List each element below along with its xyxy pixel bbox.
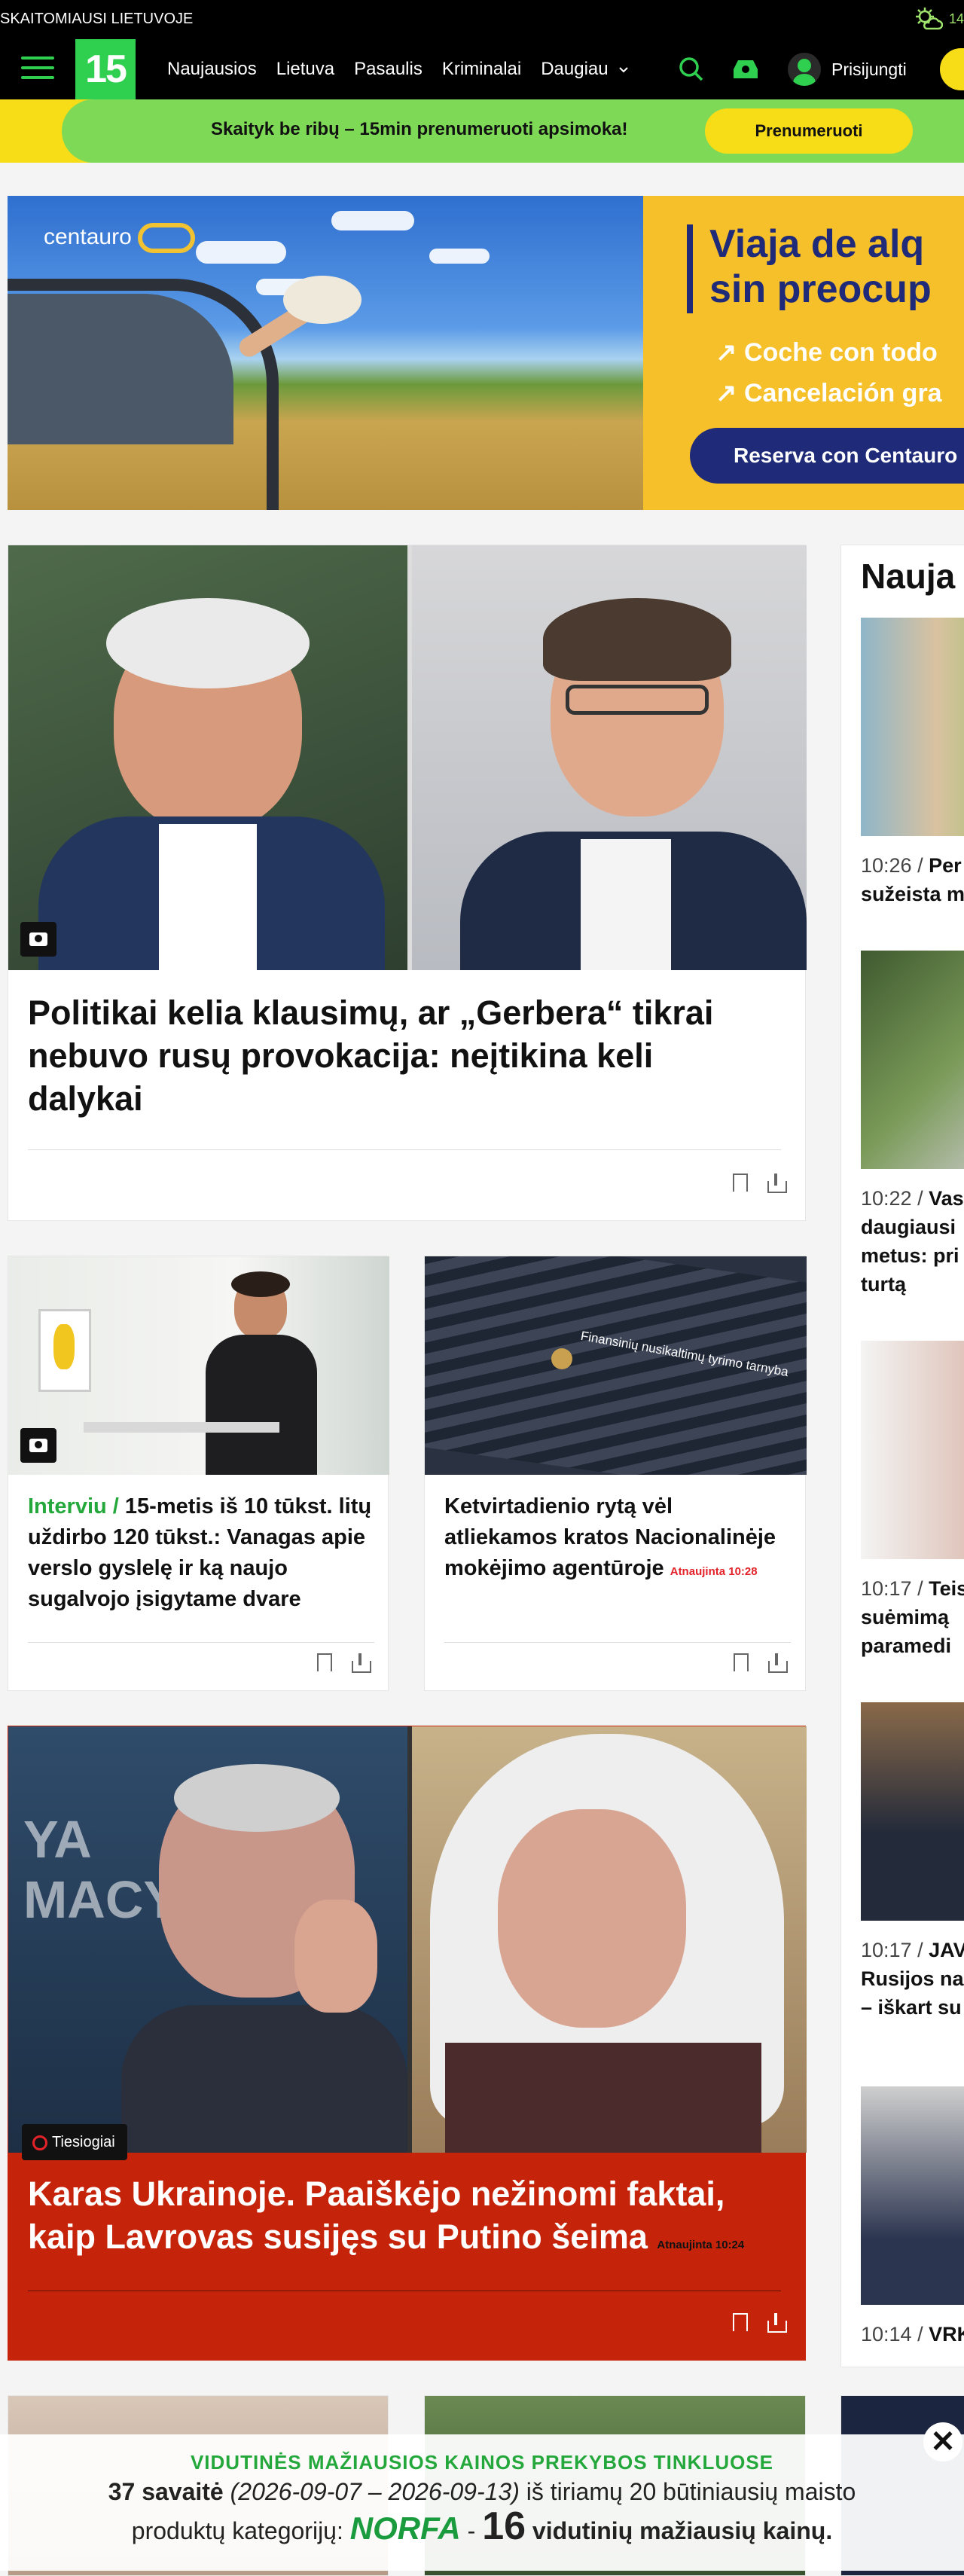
search-icon[interactable] [675,53,708,86]
article-card[interactable]: Finansinių nusikaltimų tyrimo tarnyba Ke… [424,1256,807,1691]
subscribe-pill[interactable] [940,48,964,90]
news-time: 10:17 / [861,1577,923,1600]
camera-icon [20,922,56,957]
news-time: 10:22 / [861,1187,923,1210]
ad-text-panel: Viaja de alq sin preocup ↗ Coche con todo… [643,196,964,510]
login-button[interactable]: Prisijungti [788,53,907,86]
article-image [8,1256,389,1475]
close-icon[interactable]: ✕ [923,2422,962,2462]
article-card[interactable]: Interviu / 15-metis iš 10 tūkst. litų už… [8,1256,389,1691]
chevron-down-icon [619,67,629,73]
bookmark-icon[interactable] [733,1653,749,1676]
bookmark-icon[interactable] [316,1653,333,1676]
news-thumbnail [861,951,964,1169]
site-logo[interactable]: 15 [75,39,136,99]
news-time: 10:26 / [861,854,923,877]
article-image: Finansinių nusikaltimų tyrimo tarnyba [425,1256,807,1475]
article-title[interactable]: Politikai kelia klausimų, ar „Gerbera“ t… [28,991,773,1120]
sidebar-news-item[interactable]: 10:14 / VRK [861,2086,964,2349]
nav-link-kriminalai[interactable]: Kriminalai [442,59,521,80]
banner-heading: VIDUTINĖS MAŽIAUSIOS KAINOS PREKYBOS TIN… [190,2451,774,2474]
ad-logo: centauro [44,223,195,253]
news-thumbnail [861,618,964,836]
weather-widget[interactable]: 14 [914,6,964,32]
article-title[interactable]: Interviu / 15-metis iš 10 tūkst. litų už… [28,1491,374,1615]
camera-icon [20,1428,56,1463]
article-actions [733,1653,788,1676]
hat-image [283,276,362,324]
sidebar-news-item[interactable]: 10:22 / Vasadaugiausimetus: priturtą [861,951,964,1299]
article-title[interactable]: Ketvirtadienio rytą vėl atliekamos krato… [444,1491,791,1587]
news-time: 10:14 / [861,2323,923,2346]
sidebar-news-item[interactable]: 10:26 / Per lsužeista m [861,618,964,908]
article-image: YA MACY [8,1726,807,2153]
weather-icon [915,8,943,30]
price-info-banner: ✕ VIDUTINĖS MAŽIAUSIOS KAINOS PREKYBOS T… [0,2422,964,2571]
login-label: Prisijungti [831,59,907,79]
ad-bullet: ↗ Cancelación gra [715,379,942,407]
latest-news-sidebar: Nauja 10:26 / Per lsužeista m 10:22 / Va… [840,545,964,2367]
advertisement[interactable]: centauro Viaja de alq sin preocup ↗ Coche… [8,196,964,510]
article-title[interactable]: Karas Ukrainoje. Paaiškėjo nežinomi fakt… [28,2172,781,2266]
sidebar-news-item[interactable]: 10:17 / Teismsuėmimąparamedi [861,1341,964,1660]
article-card-live[interactable]: YA MACY Tiesiogiai Karas Ukrainoje. Paaiš… [8,1726,807,2361]
share-icon[interactable] [352,1653,371,1673]
ad-bullet: ↗ Coche con todo [715,338,938,367]
tagline: SKAITOMIAUSI LIETUVOJE [0,11,194,27]
subscribe-button[interactable]: Prenumeruoti [705,108,913,154]
article-actions [732,2313,787,2336]
inbox-icon[interactable] [729,53,762,86]
sidebar-title: Nauja [861,557,956,596]
subscription-banner: Skaityk be ribų – 15min prenumeruoti aps… [0,99,964,163]
article-card-main[interactable]: Politikai kelia klausimų, ar „Gerbera“ t… [8,545,807,1221]
bookmark-icon[interactable] [732,2313,749,2336]
article-actions [316,1653,371,1676]
nav-link-daugiau[interactable]: Daugiau [541,59,630,80]
live-badge: Tiesiogiai [22,2124,127,2160]
ad-photo: centauro [8,196,643,510]
share-icon[interactable] [767,2313,787,2333]
news-thumbnail [861,1341,964,1559]
share-icon[interactable] [767,1174,787,1193]
user-icon [788,53,821,86]
news-thumbnail [861,1702,964,1921]
article-actions [732,1174,787,1196]
nav-link-lietuva[interactable]: Lietuva [276,59,334,80]
norfa-logo: NORFA [349,2510,461,2546]
nav-link-naujausios[interactable]: Naujausios [167,59,257,80]
article-image [8,545,807,970]
updated-label: Atnaujinta 10:28 [670,1565,758,1578]
subscription-text: Skaityk be ribų – 15min prenumeruoti aps… [211,119,628,139]
nav-links: Naujausios Lietuva Pasaulis Kriminalai D… [167,39,630,99]
share-icon[interactable] [768,1653,788,1673]
ad-headline: Viaja de alq sin preocup [709,222,932,311]
sidebar-news-item[interactable]: 10:17 / JAV tRusijos na– iškart su [861,1702,964,2022]
news-time: 10:17 / [861,1939,923,1961]
weather-temp: 14 [948,11,964,26]
top-strip: SKAITOMIAUSI LIETUVOJE 14 [0,0,964,39]
news-thumbnail [861,2086,964,2305]
bookmark-icon[interactable] [732,1174,749,1196]
updated-label: Atnaujinta 10:24 [657,2239,745,2251]
article-kicker: Interviu / [28,1494,119,1518]
ad-cta-button[interactable]: Reserva con Centauro [690,428,964,484]
nav-link-pasaulis[interactable]: Pasaulis [354,59,423,80]
nav-icons [675,53,762,86]
banner-line-2: produktų kategorijų: NORFA - 16 vidutini… [131,2504,833,2548]
menu-icon[interactable] [21,56,54,82]
main-navbar: 15 Naujausios Lietuva Pasaulis Kriminala… [0,39,964,99]
